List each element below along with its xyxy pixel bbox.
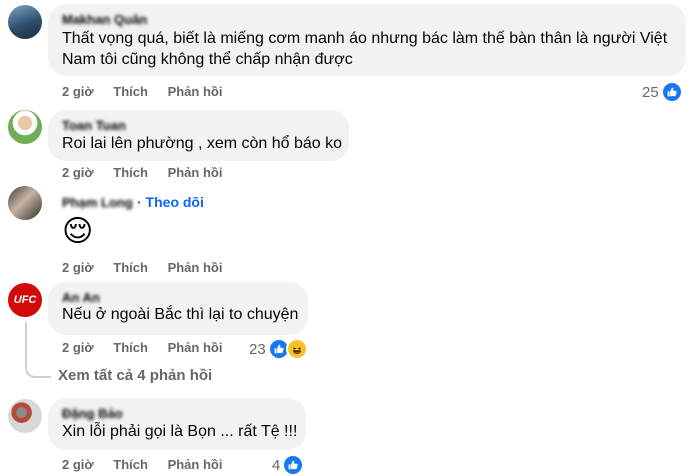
comment-actions: 2 giờ Thích Phản hồi — [62, 84, 238, 99]
comment-author[interactable]: Toan Tuan — [62, 118, 126, 133]
like-button[interactable]: Thích — [113, 340, 148, 355]
reply-button[interactable]: Phản hồi — [168, 84, 223, 99]
comment-time[interactable]: 2 giờ — [62, 340, 94, 355]
reply-button[interactable]: Phản hồi — [168, 165, 223, 180]
reply-button[interactable]: Phản hồi — [168, 260, 223, 275]
reply-button[interactable]: Phản hồi — [168, 340, 223, 355]
reply-button[interactable]: Phản hồi — [168, 457, 223, 472]
comment-text: Nam tôi cũng không thể chấp nhận được — [62, 51, 353, 68]
comment-time[interactable]: 2 giờ — [62, 260, 94, 275]
like-button[interactable]: Thích — [113, 457, 148, 472]
follow-link[interactable]: · Theo dõi — [137, 194, 204, 210]
comment-text: Roi lai lên phường , xem còn hổ báo ko — [62, 135, 343, 152]
avatar[interactable] — [8, 399, 42, 433]
comment-actions: 2 giờ Thích Phản hồi — [62, 340, 238, 355]
reaction-summary[interactable]: 25 — [642, 81, 683, 103]
reaction-count: 25 — [642, 83, 659, 101]
like-button[interactable]: Thích — [113, 165, 148, 180]
avatar[interactable]: UFC — [8, 283, 42, 317]
avatar[interactable] — [8, 5, 42, 39]
avatar[interactable] — [8, 186, 42, 220]
haha-icon — [285, 338, 308, 360]
comment-actions: 2 giờ Thích Phản hồi — [62, 165, 238, 180]
reply-thread-line — [25, 322, 51, 378]
comment-time[interactable]: 2 giờ — [62, 84, 94, 99]
comment-actions: 2 giờ Thích Phản hồi — [62, 457, 238, 472]
comment-author[interactable]: Phạm Long — [62, 195, 133, 210]
ufc-logo: UFC — [13, 294, 37, 306]
comment-text: Nếu ở ngoài Bắc thì lại to chuyện — [62, 306, 299, 323]
reaction-summary[interactable]: 23 — [249, 338, 308, 360]
comment-text: Xin lỗi phải gọi là Bọn ... rất Tệ !!! — [62, 423, 298, 440]
like-button[interactable]: Thích — [113, 84, 148, 99]
emoji-comment: 😌 — [62, 215, 94, 248]
comment-author[interactable]: Makhan Quân — [62, 12, 147, 27]
reaction-count: 4 — [272, 456, 281, 474]
comment-actions: 2 giờ Thích Phản hồi — [62, 260, 238, 275]
thumbs-up-icon — [660, 81, 683, 103]
comment-time[interactable]: 2 giờ — [62, 457, 94, 472]
view-all-replies-link[interactable]: Xem tất cả 4 phản hồi — [58, 367, 212, 384]
avatar[interactable] — [8, 110, 42, 144]
like-button[interactable]: Thích — [113, 260, 148, 275]
comment-time[interactable]: 2 giờ — [62, 165, 94, 180]
reaction-count: 23 — [249, 340, 266, 358]
comment-author[interactable]: Đặng Bảo — [62, 406, 123, 421]
